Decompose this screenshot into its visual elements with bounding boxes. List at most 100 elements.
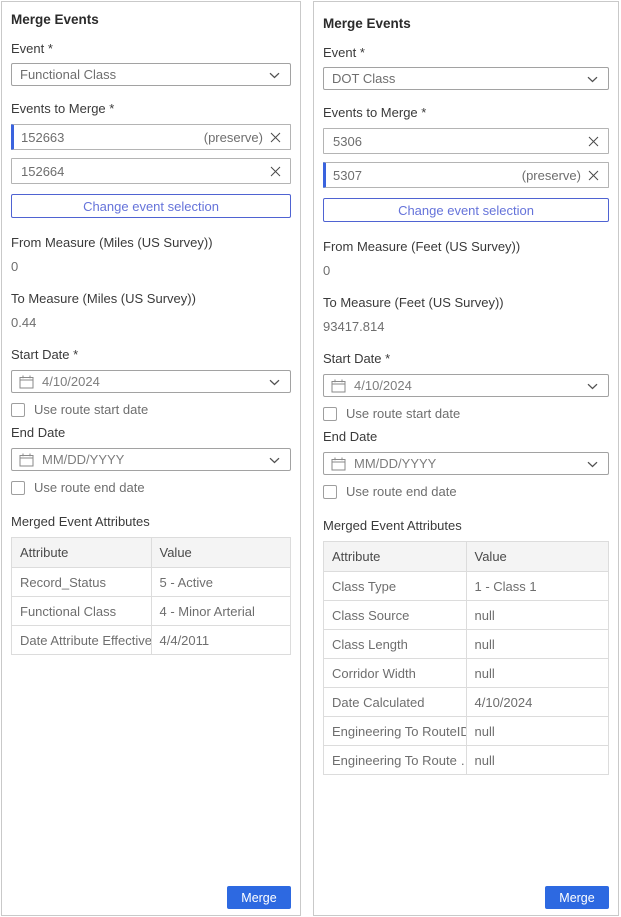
event-label: Event * bbox=[11, 41, 291, 56]
use-route-end-date-checkbox[interactable] bbox=[323, 485, 337, 499]
to-measure-value: 93417.814 bbox=[323, 319, 609, 334]
chevron-down-icon bbox=[587, 71, 598, 86]
merge-events-workspace: Merge Events Event * Functional Class Ev… bbox=[0, 0, 621, 917]
use-route-start-date-row: Use route start date bbox=[11, 402, 291, 417]
end-date-placeholder: MM/DD/YYYY bbox=[354, 456, 587, 471]
use-route-end-date-row: Use route end date bbox=[323, 484, 609, 499]
table-row: Class Source null bbox=[324, 601, 609, 630]
use-route-start-date-checkbox[interactable] bbox=[11, 403, 25, 417]
preserve-tag: (preserve) bbox=[522, 168, 581, 183]
table-row: Date Calculated 4/10/2024 bbox=[324, 688, 609, 717]
calendar-icon bbox=[19, 453, 34, 467]
use-route-start-date-label: Use route start date bbox=[346, 406, 460, 421]
remove-event-icon[interactable] bbox=[270, 166, 281, 177]
table-header-row: Attribute Value bbox=[12, 538, 291, 568]
from-measure-value: 0 bbox=[11, 259, 291, 274]
value-cell: 5 - Active bbox=[151, 568, 291, 597]
start-date-value: 4/10/2024 bbox=[42, 374, 269, 389]
event-to-merge-input[interactable]: 5307 (preserve) bbox=[323, 162, 609, 188]
attribute-cell: Class Type bbox=[324, 572, 467, 601]
event-label: Event * bbox=[323, 45, 609, 60]
value-cell: null bbox=[466, 601, 609, 630]
value-cell: 4/4/2011 bbox=[151, 626, 291, 655]
panel-title: Merge Events bbox=[11, 12, 291, 28]
event-select-value: Functional Class bbox=[20, 67, 116, 82]
use-route-start-date-label: Use route start date bbox=[34, 402, 148, 417]
from-measure-label: From Measure (Miles (US Survey)) bbox=[11, 235, 291, 250]
attribute-cell: Class Length bbox=[324, 630, 467, 659]
remove-event-icon[interactable] bbox=[270, 132, 281, 143]
attribute-cell: Date Attribute Effective bbox=[12, 626, 152, 655]
end-date-label: End Date bbox=[11, 425, 291, 440]
use-route-end-date-label: Use route end date bbox=[34, 480, 145, 495]
events-to-merge-label: Events to Merge * bbox=[11, 101, 291, 116]
attribute-cell: Date Calculated bbox=[324, 688, 467, 717]
event-select-value: DOT Class bbox=[332, 71, 395, 86]
event-id: 152663 bbox=[21, 130, 204, 145]
event-select[interactable]: DOT Class bbox=[323, 67, 609, 90]
chevron-down-icon bbox=[587, 455, 598, 473]
merge-events-panel-right: Merge Events Event * DOT Class Events to… bbox=[313, 1, 619, 916]
panel-spacer bbox=[323, 775, 609, 886]
chevron-down-icon bbox=[269, 451, 280, 469]
table-header-row: Attribute Value bbox=[324, 542, 609, 572]
attribute-column-header: Attribute bbox=[12, 538, 152, 568]
end-date-placeholder: MM/DD/YYYY bbox=[42, 452, 269, 467]
merge-events-panel-left: Merge Events Event * Functional Class Ev… bbox=[1, 1, 301, 916]
start-date-input[interactable]: 4/10/2024 bbox=[323, 374, 609, 397]
table-row: Engineering To Route … null bbox=[324, 746, 609, 775]
table-row: Class Type 1 - Class 1 bbox=[324, 572, 609, 601]
table-row: Record_Status 5 - Active bbox=[12, 568, 291, 597]
use-route-end-date-label: Use route end date bbox=[346, 484, 457, 499]
value-column-header: Value bbox=[151, 538, 291, 568]
use-route-end-date-row: Use route end date bbox=[11, 480, 291, 495]
change-event-selection-button[interactable]: Change event selection bbox=[11, 194, 291, 218]
end-date-label: End Date bbox=[323, 429, 609, 444]
event-id: 5306 bbox=[333, 134, 588, 149]
event-to-merge-input[interactable]: 152664 bbox=[11, 158, 291, 184]
preserve-tag: (preserve) bbox=[204, 130, 263, 145]
value-cell: null bbox=[466, 659, 609, 688]
value-cell: 4/10/2024 bbox=[466, 688, 609, 717]
value-cell: 4 - Minor Arterial bbox=[151, 597, 291, 626]
events-to-merge-label: Events to Merge * bbox=[323, 105, 609, 120]
attribute-cell: Record_Status bbox=[12, 568, 152, 597]
use-route-start-date-checkbox[interactable] bbox=[323, 407, 337, 421]
calendar-icon bbox=[331, 379, 346, 393]
remove-event-icon[interactable] bbox=[588, 136, 599, 147]
attribute-column-header: Attribute bbox=[324, 542, 467, 572]
end-date-input[interactable]: MM/DD/YYYY bbox=[323, 452, 609, 475]
chevron-down-icon bbox=[269, 373, 280, 391]
table-row: Engineering To RouteID null bbox=[324, 717, 609, 746]
to-measure-value: 0.44 bbox=[11, 315, 291, 330]
value-column-header: Value bbox=[466, 542, 609, 572]
attribute-cell: Functional Class bbox=[12, 597, 152, 626]
value-cell: null bbox=[466, 717, 609, 746]
remove-event-icon[interactable] bbox=[588, 170, 599, 181]
start-date-input[interactable]: 4/10/2024 bbox=[11, 370, 291, 393]
use-route-end-date-checkbox[interactable] bbox=[11, 481, 25, 495]
change-event-selection-button[interactable]: Change event selection bbox=[323, 198, 609, 222]
merged-attributes-table: Attribute Value Class Type 1 - Class 1 C… bbox=[323, 541, 609, 775]
chevron-down-icon bbox=[587, 377, 598, 395]
attribute-cell: Engineering To RouteID bbox=[324, 717, 467, 746]
event-id: 5307 bbox=[333, 168, 522, 183]
from-measure-value: 0 bbox=[323, 263, 609, 278]
start-date-label: Start Date * bbox=[11, 347, 291, 362]
event-to-merge-input[interactable]: 152663 (preserve) bbox=[11, 124, 291, 150]
table-row: Class Length null bbox=[324, 630, 609, 659]
to-measure-label: To Measure (Miles (US Survey)) bbox=[11, 291, 291, 306]
attribute-cell: Class Source bbox=[324, 601, 467, 630]
start-date-value: 4/10/2024 bbox=[354, 378, 587, 393]
merge-button[interactable]: Merge bbox=[227, 886, 291, 909]
merged-event-attributes-label: Merged Event Attributes bbox=[11, 514, 291, 529]
event-select[interactable]: Functional Class bbox=[11, 63, 291, 86]
table-row: Date Attribute Effective 4/4/2011 bbox=[12, 626, 291, 655]
panel-title: Merge Events bbox=[323, 16, 609, 32]
event-to-merge-input[interactable]: 5306 bbox=[323, 128, 609, 154]
merge-button[interactable]: Merge bbox=[545, 886, 609, 909]
table-row: Corridor Width null bbox=[324, 659, 609, 688]
attribute-cell: Corridor Width bbox=[324, 659, 467, 688]
end-date-input[interactable]: MM/DD/YYYY bbox=[11, 448, 291, 471]
table-row: Functional Class 4 - Minor Arterial bbox=[12, 597, 291, 626]
